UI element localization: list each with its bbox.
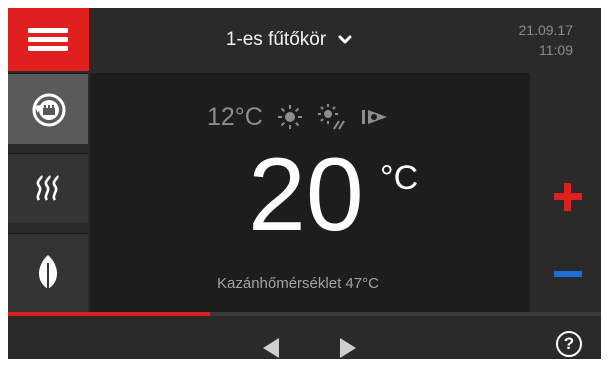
circuit-label: 1-es fűtőkör	[225, 28, 327, 50]
sun-partly-icon	[317, 103, 347, 131]
menu-button[interactable]	[8, 8, 89, 71]
menu-icon-line	[28, 37, 68, 42]
next-arrow-icon[interactable]	[340, 338, 356, 358]
menu-icon-line	[28, 46, 68, 51]
auto-schedule-icon	[32, 93, 66, 127]
leaf-icon	[38, 254, 58, 294]
menu-icon	[28, 28, 68, 33]
chevron-down-icon	[338, 35, 352, 43]
outdoor-temp: 12°C	[207, 102, 263, 131]
time-text: 11:09	[539, 42, 573, 58]
question-icon: ?	[563, 334, 575, 353]
plus-button[interactable]	[532, 153, 601, 233]
previous-arrow-icon[interactable]	[263, 338, 279, 358]
setpoint-unit: °C	[380, 159, 419, 197]
circuit-selector[interactable]: 1-es fűtőkör	[89, 8, 489, 71]
thermostat-screen: 1-es fűtőkör 21.09.17 11:09 12°C 20 °C K…	[8, 8, 601, 359]
sun-icon	[277, 104, 303, 130]
setpoint-temperature: 20	[248, 137, 364, 253]
boiler-temperature: Kazánhőmérséklet 47°C	[217, 275, 379, 292]
date-text: 21.09.17	[518, 22, 574, 38]
minus-button[interactable]	[532, 238, 601, 312]
help-button[interactable]: ?	[556, 331, 582, 357]
operating-mode-button[interactable]	[8, 73, 88, 144]
minus-icon	[554, 271, 582, 277]
adjust-panel	[532, 73, 601, 312]
heating-waves-icon	[36, 174, 59, 201]
heating-button[interactable]	[8, 153, 88, 223]
eco-button[interactable]	[8, 233, 88, 313]
comfort-mode-icon	[361, 107, 389, 127]
main-panel: 12°C 20 °C Kazánhőmérséklet 47°C	[90, 73, 530, 312]
plus-icon-v	[564, 183, 571, 211]
bottom-bar	[8, 316, 601, 359]
datetime: 21.09.17 11:09	[519, 20, 574, 60]
status-row: 12°C	[207, 97, 389, 137]
